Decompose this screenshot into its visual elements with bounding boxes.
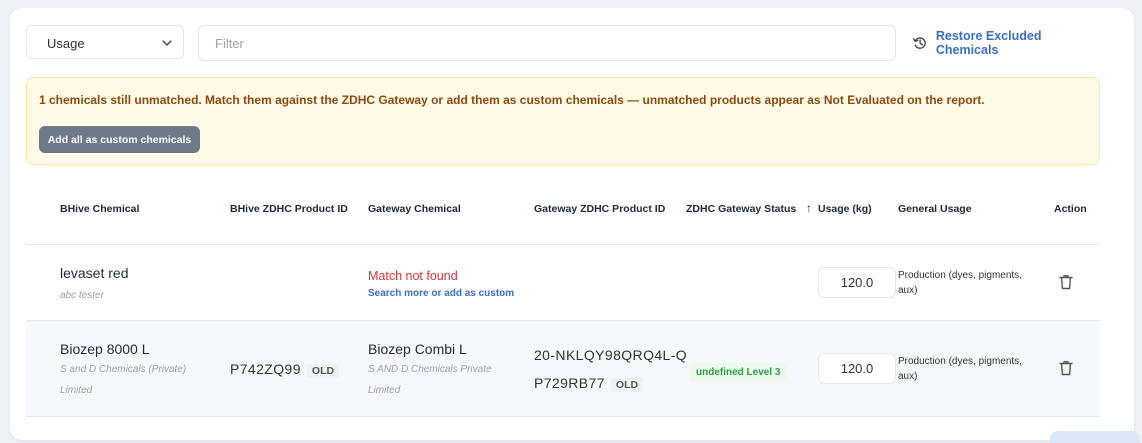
sort-arrow-up-icon[interactable]: ↑ — [806, 201, 812, 215]
match-not-found-text: Match not found — [368, 269, 458, 283]
warning-message: 1 chemicals still unmatched. Match them … — [39, 93, 985, 107]
bhive-chemical-supplier: abc tester — [60, 290, 104, 301]
zdhc-status-text: undefined Level 3 — [690, 363, 787, 382]
usage-select[interactable]: Usage — [26, 25, 184, 59]
restore-excluded-button[interactable]: Restore Excluded Chemicals — [912, 29, 1106, 57]
usage-input[interactable] — [818, 353, 896, 384]
trash-icon[interactable] — [1059, 360, 1073, 376]
general-usage-text: Production (dyes, pigments, aux) — [898, 270, 1022, 296]
header-bhive-chemical[interactable]: BHive Chemical — [60, 203, 139, 215]
search-more-link[interactable]: Search more or add as custom — [368, 288, 514, 299]
general-usage-text: Production (dyes, pigments, aux) — [898, 356, 1022, 382]
gateway-zdhc-id-line2: P729RB77 OLD — [534, 375, 644, 393]
trash-icon[interactable] — [1059, 274, 1073, 290]
gateway-chemical-name: Biozep Combi L — [368, 341, 467, 357]
header-general-usage[interactable]: General Usage — [898, 203, 972, 215]
history-icon — [912, 37, 926, 49]
gateway-chemical-supplier: S AND D Chemicals Private Limited — [368, 364, 492, 396]
old-badge: OLD — [610, 378, 644, 392]
bhive-chemical-name: levaset red — [60, 265, 129, 281]
add-all-custom-button[interactable]: Add all as custom chemicals — [39, 126, 200, 153]
row-divider — [26, 416, 1100, 417]
floating-button-edge[interactable] — [1050, 431, 1140, 443]
gateway-zdhc-id-line2-value: P729RB77 — [534, 375, 605, 391]
gateway-zdhc-id-line1: 20-NKLQY98QRQ4L-Q — [534, 347, 688, 363]
unmatched-warning: 1 chemicals still unmatched. Match them … — [26, 77, 1100, 165]
header-zdhc-status[interactable]: ZDHC Gateway Status — [686, 203, 796, 215]
zdhc-status-badge: undefined Level 3 — [690, 362, 787, 382]
header-gateway-chemical[interactable]: Gateway Chemical — [368, 203, 461, 215]
bhive-zdhc-id: P742ZQ99 OLD — [230, 361, 340, 379]
filter-input[interactable] — [198, 25, 896, 61]
old-badge: OLD — [306, 364, 340, 378]
usage-select-value: Usage — [47, 36, 85, 51]
header-action: Action — [1054, 203, 1087, 215]
restore-label: Restore Excluded Chemicals — [935, 29, 1042, 57]
bhive-chemical-name: Biozep 8000 L — [60, 341, 150, 357]
header-bhive-zdhc-id[interactable]: BHive ZDHC Product ID — [230, 203, 348, 215]
header-gateway-zdhc-id[interactable]: Gateway ZDHC Product ID — [534, 203, 665, 215]
usage-input[interactable] — [818, 267, 896, 298]
header-usage[interactable]: Usage (kg) — [818, 203, 872, 215]
bhive-zdhc-id-value: P742ZQ99 — [230, 361, 301, 377]
chevron-down-icon — [162, 40, 172, 46]
toolbar: Usage Restore Excluded Chemicals — [26, 25, 1106, 61]
bhive-chemical-supplier: S and D Chemicals (Private) Limited — [60, 364, 187, 396]
